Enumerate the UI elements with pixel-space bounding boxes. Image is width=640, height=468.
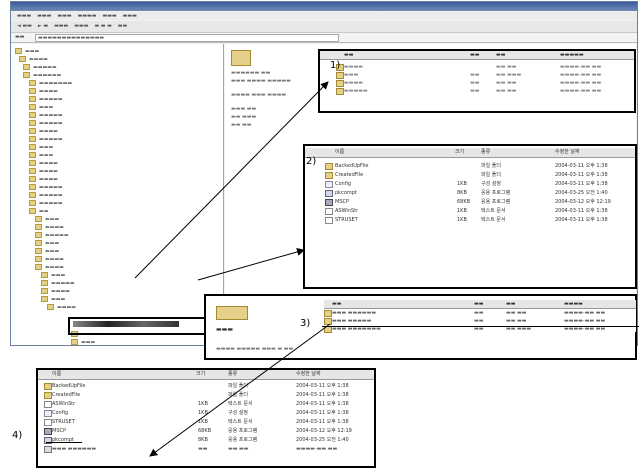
arrow-to-callout-1 [134, 81, 329, 279]
arrow-to-callout-4 [149, 323, 331, 457]
annotation-arrows [134, 81, 331, 457]
arrow-to-callout-2 [197, 248, 305, 281]
